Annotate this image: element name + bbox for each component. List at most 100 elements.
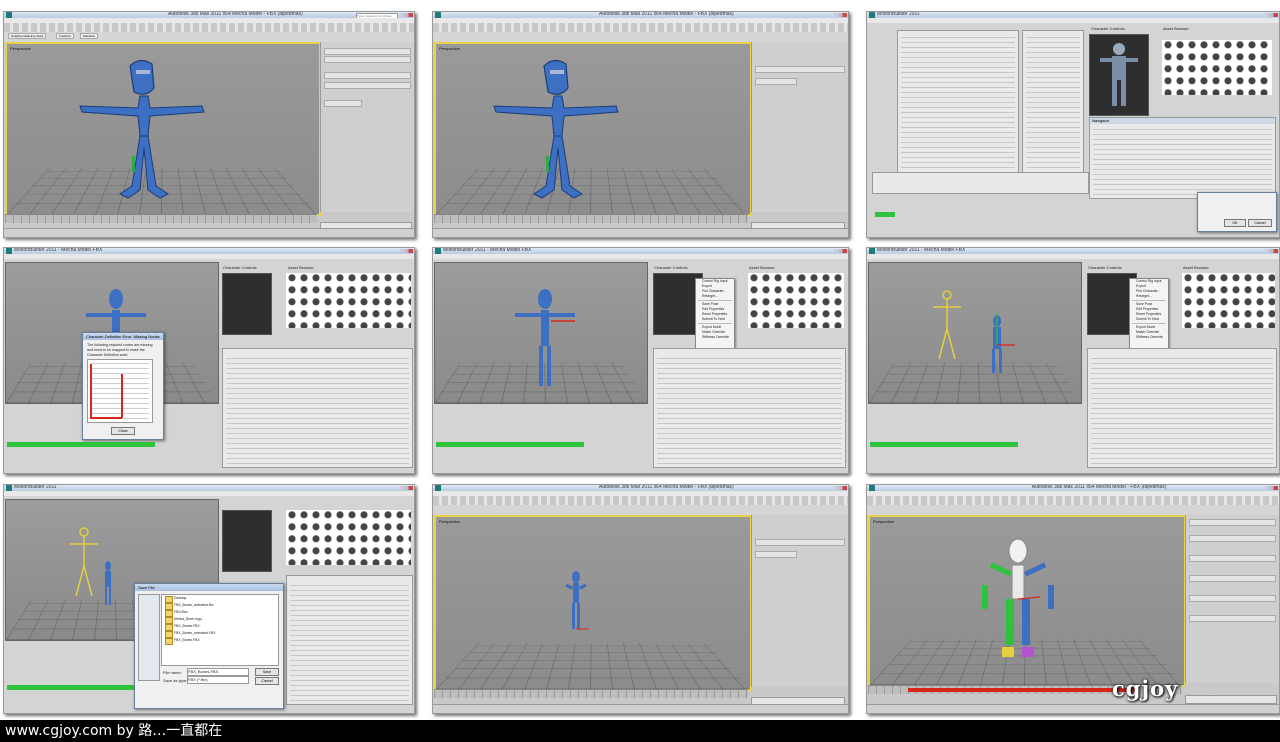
cmd-row[interactable] [1189,575,1276,582]
main-toolbar[interactable] [433,496,848,505]
asset-browser[interactable] [748,273,844,328]
window-controls[interactable] [834,249,847,253]
main-toolbar[interactable] [4,23,414,32]
close-button[interactable]: Close [111,427,135,435]
window-controls[interactable] [400,249,413,253]
navigator[interactable] [653,348,846,468]
file-item[interactable]: FBX files [162,609,278,617]
menu-item[interactable]: Submit To Host [1130,317,1168,322]
perspective-viewport[interactable]: Perspective [434,515,752,691]
cmd-row[interactable] [755,78,797,85]
settings-dialog[interactable]: OK Cancel [1197,192,1277,232]
asset-browser[interactable] [286,510,411,565]
window-controls[interactable] [400,486,413,490]
character-model[interactable] [62,56,222,211]
file-item[interactable]: FBX_Bones_animated.FBX [162,630,278,638]
navigator[interactable] [286,575,413,705]
cancel-button[interactable]: Cancel [1248,219,1272,227]
window-controls[interactable] [1265,486,1278,490]
menu-item[interactable]: Retarget... [1130,294,1168,299]
cmd-row[interactable] [1189,555,1276,562]
file-name-input[interactable]: FBX_Bones.FBX [187,668,249,676]
main-toolbar[interactable] [867,496,1279,505]
places-bar[interactable] [138,594,160,681]
cmd-row[interactable] [324,82,411,89]
biped-model[interactable] [970,537,1070,677]
cmd-row[interactable] [1189,615,1276,622]
time-slider[interactable] [434,689,748,698]
perspective-viewport[interactable]: Perspective [868,515,1186,687]
menu-bar[interactable] [4,491,414,496]
command-panel[interactable] [320,42,414,212]
perspective-viewport[interactable]: Perspective [434,42,752,216]
perspective-viewport[interactable]: Perspective [5,42,321,216]
command-panel[interactable] [751,515,848,687]
window-controls[interactable] [400,13,413,17]
character-controls[interactable] [222,273,272,335]
time-slider[interactable] [5,214,317,223]
menu-item[interactable]: Retarget... [696,294,734,299]
animation-layer-bar[interactable] [870,442,1018,447]
asset-browser[interactable] [286,273,411,328]
transport-controls[interactable] [872,172,1089,194]
window-controls[interactable] [834,486,847,490]
navigator[interactable] [222,348,413,468]
menu-bar[interactable] [4,254,414,259]
mb-viewport[interactable] [434,262,648,404]
animation-layer-bar[interactable] [436,442,584,447]
main-toolbar[interactable] [433,23,848,32]
animation-layer-bar[interactable] [7,685,135,690]
character-controls[interactable] [1089,34,1149,116]
cmd-row[interactable] [755,551,797,558]
window-controls[interactable] [834,13,847,17]
file-item[interactable]: Mecha_Bone.mgq [162,616,278,624]
error-dialog[interactable]: Character Definition Error: Missing Node… [82,332,164,440]
menu-bar[interactable] [433,254,848,259]
tab-freeform[interactable]: Freeform [56,33,75,39]
animation-layer-bar[interactable] [875,212,895,217]
ok-button[interactable]: OK [1224,219,1246,227]
menu-bar[interactable] [867,18,1279,23]
character-context-menu[interactable]: Control Rig Input Export Plot Character.… [1129,278,1169,356]
navigator[interactable]: Navigator [1089,117,1276,199]
menu-bar[interactable] [867,254,1279,259]
character-context-menu[interactable]: Control Rig Input Export Plot Character.… [695,278,735,356]
properties-table[interactable] [897,30,1019,182]
cmd-row[interactable] [324,48,411,55]
cmd-row[interactable] [755,66,845,73]
cmd-row[interactable] [324,72,411,79]
character-model[interactable] [476,56,636,211]
asset-browser[interactable] [1162,40,1272,95]
file-item[interactable]: Desktop [162,595,278,603]
menu-item[interactable]: Stiffness Override [1130,335,1168,340]
window-controls[interactable] [1265,249,1278,253]
file-item[interactable]: FBX_Bones.FBX [162,623,278,631]
tab-graphite[interactable]: Graphite Modeling Tools [8,33,47,39]
time-slider[interactable] [434,214,748,223]
menu-item[interactable]: Submit To Host [696,317,734,322]
cancel-button[interactable]: Cancel [255,677,279,685]
tab-selection[interactable]: Selection [80,33,99,39]
cmd-row[interactable] [1189,519,1276,526]
command-panel[interactable] [1185,515,1279,683]
mb-viewport[interactable] [868,262,1082,404]
navigator[interactable] [1087,348,1277,468]
cmd-row[interactable] [1189,535,1276,542]
file-item[interactable]: FBX_Bones_animated.fbx [162,602,278,610]
file-item[interactable]: FBX_Bones.FBX [162,637,278,645]
save-button[interactable]: Save [255,668,279,676]
character-controls[interactable] [222,510,272,572]
menu-item[interactable]: Stiffness Override [696,335,734,340]
file-list[interactable]: Desktop FBX_Bones_animated.fbx FBX files… [161,594,279,666]
save-as-select[interactable]: FBX (*.fbx) [187,676,249,684]
asset-browser[interactable] [1182,273,1275,328]
cmd-row[interactable] [1189,595,1276,602]
cmd-row[interactable] [324,100,362,107]
cmd-row[interactable] [324,56,411,63]
command-panel[interactable] [751,42,848,212]
properties-table-2[interactable] [1022,30,1084,182]
animation-layer-bar[interactable] [7,442,155,447]
window-controls[interactable] [1265,13,1278,17]
save-file-dialog[interactable]: Save File Desktop FBX_Bones_animated.fbx… [134,583,284,709]
character-model[interactable] [561,569,591,639]
